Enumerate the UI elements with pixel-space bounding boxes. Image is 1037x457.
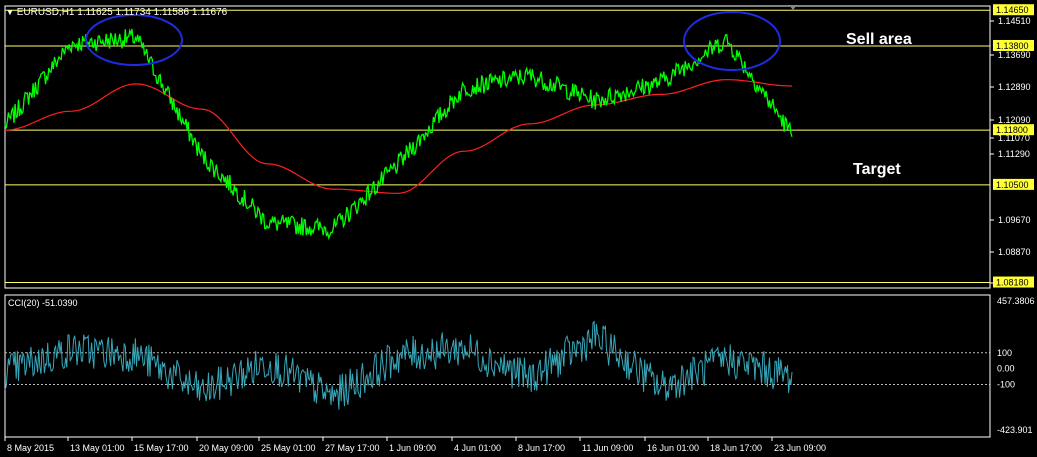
level-label: 1.13800 — [996, 41, 1029, 51]
price-tick-label: 1.14510 — [998, 16, 1031, 26]
cci-tick-label: 0.00 — [997, 364, 1015, 374]
price-tick-label: 1.09670 — [998, 215, 1031, 225]
triangle-down-icon[interactable]: ▼ — [6, 8, 14, 17]
cci-tick-label: 100 — [997, 348, 1012, 358]
time-tick-label: 25 May 01:00 — [261, 443, 316, 453]
time-tick-label: 8 May 2015 — [7, 443, 54, 453]
price-tick-label: 1.08870 — [998, 247, 1031, 257]
time-tick-label: 4 Jun 01:00 — [454, 443, 501, 453]
cci-tick-label: 457.3806 — [997, 296, 1035, 306]
level-label: 1.14650 — [996, 5, 1029, 15]
time-tick-label: 20 May 09:00 — [199, 443, 254, 453]
level-label: 1.11800 — [996, 125, 1028, 135]
chart-header-info: EURUSD,H1 1.11625 1.11734 1.11586 1.1167… — [16, 7, 228, 18]
cci-title: CCI(20) -51.0390 — [8, 298, 78, 308]
level-label: 1.10500 — [996, 180, 1029, 190]
price-tick-label: 1.12890 — [998, 82, 1031, 92]
time-tick-label: 8 Jun 17:00 — [518, 443, 565, 453]
time-tick-label: 27 May 17:00 — [325, 443, 380, 453]
sell-area-label: Sell area — [846, 31, 912, 48]
time-tick-label: 11 Jun 09:00 — [582, 443, 633, 453]
time-tick-label: 1 Jun 09:00 — [389, 443, 436, 453]
time-tick-label: 18 Jun 17:00 — [710, 443, 762, 453]
target-label: Target — [853, 161, 901, 178]
level-label: 1.08180 — [996, 278, 1029, 288]
chart-header: ▼ EURUSD,H1 1.11625 1.11734 1.11586 1.11… — [6, 7, 227, 18]
cci-tick-label: -100 — [997, 380, 1015, 390]
price-tick-label: 1.11290 — [998, 149, 1030, 159]
price-tick-label: 1.13690 — [998, 50, 1031, 60]
time-tick-label: 13 May 01:00 — [70, 443, 125, 453]
price-tick-label: 1.12090 — [998, 115, 1031, 125]
chart-canvas: 1.145101.136901.128901.120901.110701.112… — [0, 0, 1037, 457]
time-tick-label: 16 Jun 01:00 — [647, 443, 699, 453]
time-tick-label: 15 May 17:00 — [134, 443, 189, 453]
time-tick-label: 23 Jun 09:00 — [774, 443, 826, 453]
cci-tick-label: -423.901 — [997, 425, 1033, 435]
